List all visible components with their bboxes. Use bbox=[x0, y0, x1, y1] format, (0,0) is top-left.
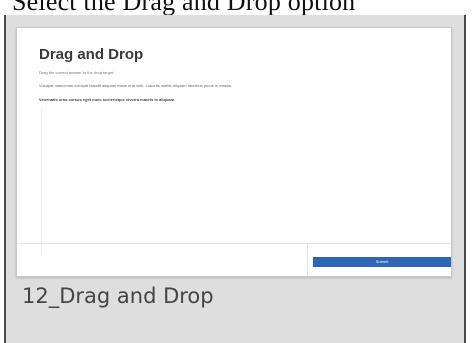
thumbnail-subtitle: Drag the correct answer to the drop targ… bbox=[39, 70, 115, 75]
thumbnail-footer-divider bbox=[17, 243, 451, 244]
submit-button[interactable]: Submit bbox=[313, 257, 451, 267]
thumbnail-question: Venenatis urna cursus eget nunc sceleris… bbox=[39, 97, 176, 102]
template-card-drag-and-drop[interactable]: Drag and Drop Drag the correct answer to… bbox=[4, 15, 466, 343]
template-thumbnail[interactable]: Drag and Drop Drag the correct answer to… bbox=[16, 27, 452, 277]
drop-target-area bbox=[41, 108, 42, 256]
thumbnail-title: Drag and Drop bbox=[39, 46, 144, 63]
thumbnail-body-text: Volutpat maecenas volutpat blandit aliqu… bbox=[39, 83, 232, 88]
card-title[interactable]: 12_Drag and Drop bbox=[22, 284, 214, 308]
thumbnail-footer-separator bbox=[307, 243, 308, 276]
